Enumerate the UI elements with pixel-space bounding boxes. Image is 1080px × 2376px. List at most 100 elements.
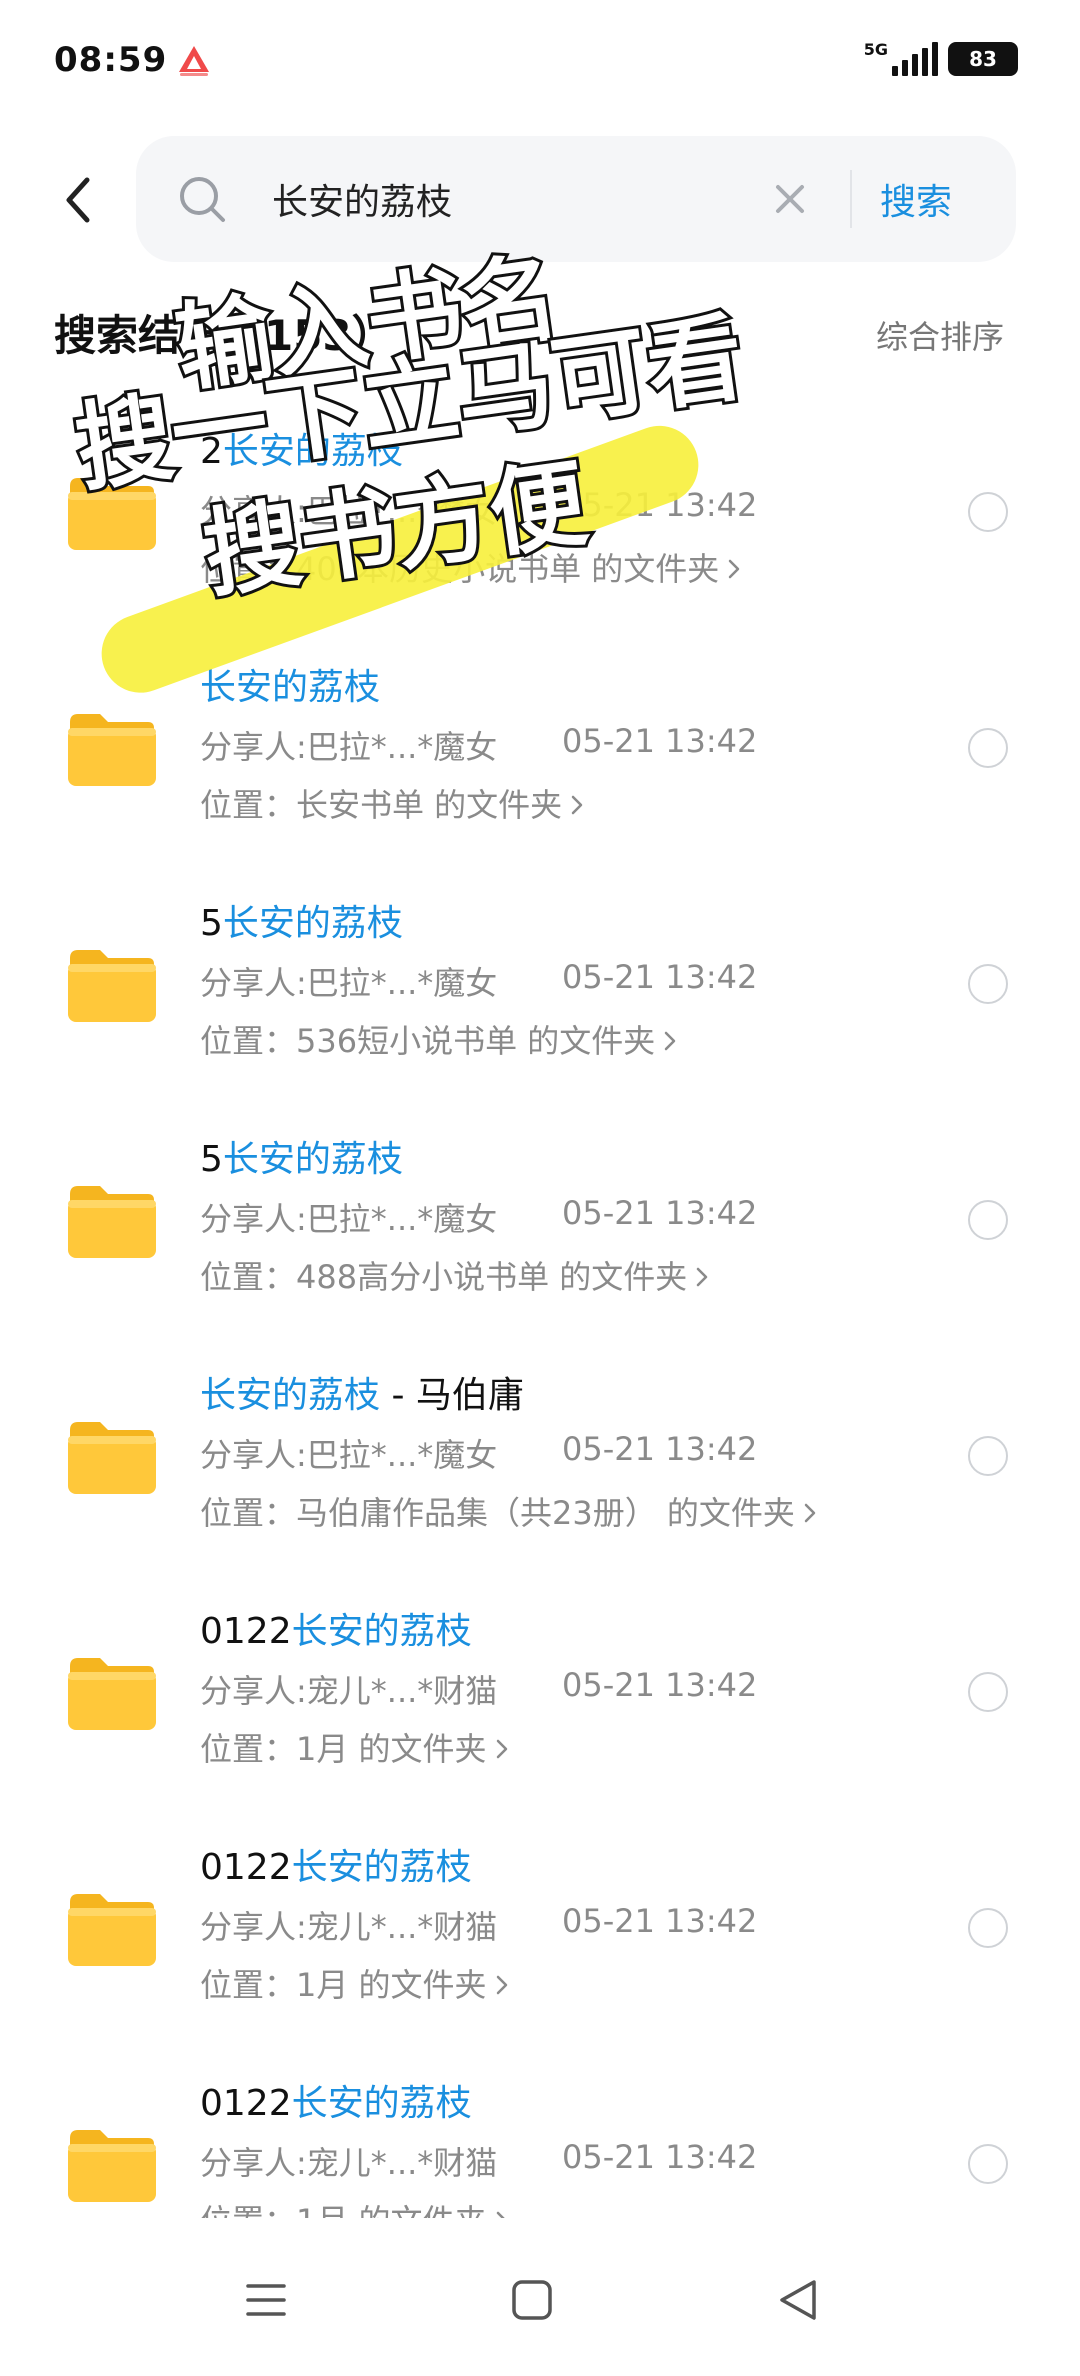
item-sharer: 分享人:巴拉*...*魔女 [200,728,498,766]
item-meta: 分享人:巴拉*...*魔女 05-21 13:42 [200,958,757,1004]
select-radio[interactable] [968,1436,1008,1476]
item-title[interactable]: 长安的荔枝 - 马伯庸 [200,1366,524,1418]
navigation-bar [0,2224,1080,2376]
list-item[interactable]: 5长安的荔枝分享人:巴拉*...*魔女 05-21 13:42 位置：488高分小说… [0,1108,1080,1344]
item-title[interactable]: 0122长安的荔枝 [200,2074,472,2126]
sort-button[interactable]: 综合排序 [876,312,1004,358]
select-radio[interactable] [968,964,1008,1004]
chevron-left-icon [66,177,90,223]
close-icon[interactable] [770,179,810,219]
item-meta: 分享人:巴拉*...*魔女 05-21 13:42 [200,722,757,768]
item-title[interactable]: 5长安的荔枝 [200,894,403,946]
status-bar: 08:59 5G 83 [0,0,1080,120]
item-location: 位置：长安书单 的文件夹 [200,786,563,824]
item-location-link[interactable]: 位置：1月 的文件夹 [200,1724,509,1770]
item-meta: 分享人:巴拉*...*魔女 05-21 13:42 [200,486,757,532]
network-type: 5G [863,40,888,59]
list-item[interactable]: 0122长安的荔枝分享人:宠儿*...*财猫 05-21 13:42 位置：1月 的… [0,1816,1080,2052]
select-radio[interactable] [968,1908,1008,1948]
back-triangle-icon[interactable] [770,2272,826,2328]
item-meta: 分享人:巴拉*...*魔女 05-21 13:42 [200,1430,757,1476]
chevron-right-icon [571,795,583,815]
list-item[interactable]: 长安的荔枝 - 马伯庸分享人:巴拉*...*魔女 05-21 13:42 位置：马伯… [0,1344,1080,1580]
item-location: 位置：488高分小说书单 的文件夹 [200,1258,688,1296]
app-notification-icon [179,46,209,76]
item-title[interactable]: 5长安的荔枝 [200,1130,403,1182]
item-location-link[interactable]: 位置：1月 的文件夹 [200,1960,509,2006]
back-button[interactable] [54,172,102,228]
item-meta: 分享人:宠儿*...*财猫 05-21 13:42 [200,1666,757,1712]
item-location-link[interactable]: 位置：406本历史小说书单 的文件夹 [200,544,741,590]
item-sharer: 分享人:宠儿*...*财猫 [200,1672,498,1710]
item-title-highlight: 长安的荔枝 [222,903,403,944]
item-title-highlight: 长安的荔枝 [291,1847,472,1888]
item-location: 位置：406本历史小说书单 的文件夹 [200,550,720,588]
item-title[interactable]: 0122长安的荔枝 [200,1602,472,1654]
item-title-prefix: 0122 [200,1847,292,1888]
select-radio[interactable] [968,728,1008,768]
list-item[interactable]: 0122长安的荔枝分享人:宠儿*...*财猫 05-21 13:42 位置：1月 的… [0,2052,1080,2218]
folder-icon [68,1894,156,1966]
select-radio[interactable] [968,1672,1008,1712]
item-meta: 分享人:宠儿*...*财猫 05-21 13:42 [200,1902,757,1948]
item-title-highlight: 长安的荔枝 [291,2083,472,2124]
list-item[interactable]: 5长安的荔枝分享人:巴拉*...*魔女 05-21 13:42 位置：536短小说书… [0,872,1080,1108]
item-meta: 分享人:巴拉*...*魔女 05-21 13:42 [200,1194,757,1240]
item-title-highlight: 长安的荔枝 [222,1139,403,1180]
item-date: 05-21 13:42 [562,2138,758,2176]
results-title: 搜索结果（153） [54,311,394,360]
item-title-prefix: 0122 [200,2083,292,2124]
search-divider [850,170,852,228]
signal-strength-icon [892,42,938,76]
select-radio[interactable] [968,1200,1008,1240]
item-title-highlight: 长安的荔枝 [222,431,403,472]
item-location-link[interactable]: 位置：长安书单 的文件夹 [200,780,584,826]
result-list: 2长安的荔枝 分享人:巴拉*...*魔女 05-21 13:42 位置：406本历史小… [0,400,1080,2218]
chevron-right-icon [496,1739,507,1759]
list-item[interactable]: 2长安的荔枝分享人:巴拉*...*魔女 05-21 13:42 位置：406本历史小… [0,400,1080,636]
folder-icon [68,950,156,1022]
item-title-prefix: 5 [200,1139,223,1180]
chevron-right-icon [729,559,740,579]
select-radio[interactable] [968,492,1008,532]
chevron-right-icon [804,1503,816,1523]
item-meta: 分享人:宠儿*...*财猫 05-21 13:42 [200,2138,757,2184]
item-location-link[interactable]: 位置：488高分小说书单 的文件夹 [200,1252,709,1298]
item-title-suffix: - 马伯庸 [380,1375,524,1416]
item-title-highlight: 长安的荔枝 [200,667,381,708]
search-icon [180,177,225,222]
item-date: 05-21 13:42 [562,486,758,524]
status-indicators: 5G 83 [864,42,1018,76]
item-title[interactable]: 0122长安的荔枝 [200,1838,472,1890]
select-radio[interactable] [968,2144,1008,2184]
battery-indicator: 83 [948,42,1018,76]
chevron-right-icon [665,1031,676,1051]
folder-icon [68,2130,156,2202]
item-title[interactable]: 长安的荔枝 [200,658,380,710]
folder-icon [68,1186,156,1258]
folder-icon [68,714,156,786]
search-button[interactable]: 搜索 [880,164,952,234]
item-title-highlight: 长安的荔枝 [200,1375,381,1416]
item-date: 05-21 13:42 [562,1194,758,1232]
menu-icon[interactable] [238,2272,294,2328]
list-item[interactable]: 0122长安的荔枝分享人:宠儿*...*财猫 05-21 13:42 位置：1月 的… [0,1580,1080,1816]
chevron-right-icon [697,1267,708,1287]
item-location: 位置：1月 的文件夹 [200,2202,487,2218]
item-sharer: 分享人:宠儿*...*财猫 [200,2144,498,2182]
item-location-link[interactable]: 位置：1月 的文件夹 [200,2196,509,2218]
chevron-right-icon [496,1975,507,1995]
chevron-right-icon [496,2211,505,2218]
item-title[interactable]: 2长安的荔枝 [200,422,403,474]
item-location: 位置：马伯庸作品集（共23册） 的文件夹 [200,1494,795,1532]
item-location-link[interactable]: 位置：马伯庸作品集（共23册） 的文件夹 [200,1488,817,1534]
list-item[interactable]: 长安的荔枝分享人:巴拉*...*魔女 05-21 13:42 位置：长安书单 的文件… [0,636,1080,872]
battery-level: 83 [969,47,997,71]
status-time: 08:59 [54,40,168,80]
folder-icon [68,478,156,550]
item-title-prefix: 5 [200,903,223,944]
item-location-link[interactable]: 位置：536短小说书单 的文件夹 [200,1016,677,1062]
item-title-highlight: 长安的荔枝 [291,1611,472,1652]
folder-icon [68,1422,156,1494]
home-square-icon[interactable] [504,2272,560,2328]
